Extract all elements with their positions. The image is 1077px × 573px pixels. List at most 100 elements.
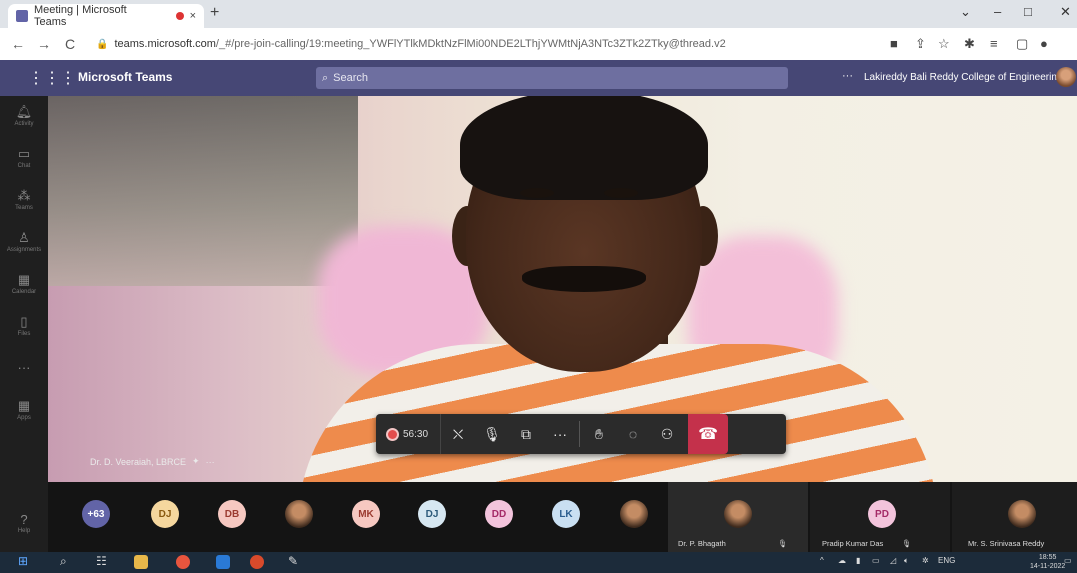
- participants-icon: ⚇: [660, 425, 674, 442]
- url-host: teams.microsoft.com: [114, 38, 216, 50]
- forward-arrow-icon[interactable]: →: [36, 36, 52, 52]
- search-icon: ⌕: [322, 71, 329, 84]
- phone-hangup-icon: ☎︎: [698, 426, 718, 443]
- url-field[interactable]: 🔒 teams.microsoft.com /_#/pre-join-calli…: [96, 33, 856, 55]
- camera-off-button[interactable]: ⛌: [441, 414, 475, 454]
- overflow-participants-badge[interactable]: +63: [82, 500, 110, 528]
- browser-tab-meeting[interactable]: Meeting | Microsoft Teams ×: [8, 4, 204, 28]
- windows-taskbar: [0, 552, 1077, 573]
- settings-more-button[interactable]: ···: [842, 70, 853, 82]
- participant-avatar: PD: [868, 500, 896, 528]
- rail-assignments[interactable]: ♙ Assignments: [0, 230, 48, 253]
- participant-photo-avatar: [724, 500, 752, 528]
- participant-tile-pradip[interactable]: PD Pradip Kumar Das 🎙︎: [810, 482, 950, 552]
- onedrive-icon[interactable]: ☁: [838, 556, 846, 565]
- task-view-icon[interactable]: ☷: [96, 554, 107, 568]
- chat-icon: ▭: [17, 146, 31, 161]
- share-screen-icon: ⧉: [521, 425, 532, 442]
- side-panel-icon[interactable]: ▢: [1016, 36, 1028, 52]
- rail-chat[interactable]: ▭ Chat: [0, 146, 48, 169]
- participant-tile-bhagath[interactable]: Dr. P. Bhagath 🎙︎: [668, 482, 808, 552]
- mic-tray-icon[interactable]: ▮: [856, 556, 860, 565]
- more-actions-button[interactable]: ···: [543, 414, 577, 454]
- app-launcher-icon[interactable]: ⋮⋮⋮: [28, 68, 76, 88]
- more-icon: ···: [17, 360, 31, 375]
- participant-avatar[interactable]: LK: [552, 500, 580, 528]
- wifi-icon[interactable]: ◿: [890, 556, 896, 565]
- windows-start-icon[interactable]: ⊞: [18, 554, 28, 568]
- taskbar-clock[interactable]: 18:55 14-11-2022: [1030, 553, 1065, 571]
- participant-name: Mr. S. Srinivasa Reddy: [968, 539, 1045, 548]
- new-tab-button[interactable]: +: [210, 4, 219, 22]
- participant-photo-avatar[interactable]: [620, 500, 648, 528]
- mic-mute-button[interactable]: 🎙︎: [475, 414, 509, 454]
- participant-avatar[interactable]: DJ: [418, 500, 446, 528]
- raise-hand-icon: ✋︎: [595, 425, 604, 442]
- participant-name: Dr. P. Bhagath: [678, 539, 726, 548]
- app-tray-icon[interactable]: ✲: [922, 556, 929, 565]
- taskbar-search-icon[interactable]: ⌕: [60, 554, 67, 569]
- share-icon[interactable]: ⇪: [915, 36, 926, 52]
- hang-up-button[interactable]: ☎︎: [688, 414, 729, 454]
- reload-icon[interactable]: C: [62, 36, 78, 52]
- organization-name[interactable]: Lakireddy Bali Reddy College of Engineer…: [864, 72, 1062, 83]
- rail-more[interactable]: ···: [0, 360, 48, 376]
- chrome-icon[interactable]: [176, 555, 190, 569]
- speaker-more-button[interactable]: ···: [206, 457, 215, 467]
- maximize-button[interactable]: □: [1024, 4, 1032, 19]
- app-title: Microsoft Teams: [78, 70, 173, 84]
- participant-avatar[interactable]: DD: [485, 500, 513, 528]
- back-arrow-icon[interactable]: ←: [10, 36, 26, 52]
- share-screen-button[interactable]: ⧉: [509, 414, 543, 454]
- rail-activity[interactable]: 🔔︎ Activity: [0, 104, 48, 127]
- mic-off-icon: 🎙︎: [483, 425, 501, 442]
- raise-hand-button[interactable]: ✋︎: [582, 414, 616, 454]
- battery-icon[interactable]: ▭: [872, 556, 880, 565]
- search-input[interactable]: ⌕ Search: [316, 67, 788, 89]
- window-close-button[interactable]: ✕: [1060, 4, 1071, 20]
- volume-icon[interactable]: 🔈︎: [904, 556, 909, 566]
- user-avatar[interactable]: [1056, 67, 1076, 87]
- bell-icon: 🔔︎: [15, 104, 33, 119]
- profile-avatar-icon[interactable]: ●: [1040, 36, 1048, 51]
- rail-teams[interactable]: ⁂ Teams: [0, 188, 48, 211]
- rail-apps[interactable]: ▦ Apps: [0, 398, 48, 421]
- reading-list-icon[interactable]: ≡: [990, 36, 998, 51]
- participant-avatar[interactable]: DB: [218, 500, 246, 528]
- minimize-button[interactable]: –: [994, 4, 1001, 19]
- notifications-icon[interactable]: ▭: [1064, 556, 1072, 565]
- participant-name: Pradip Kumar Das: [822, 539, 884, 548]
- chat-button[interactable]: ◌: [616, 414, 650, 454]
- teams-logo-icon: [16, 10, 28, 22]
- paint-icon[interactable]: ✎: [288, 554, 298, 568]
- speaker-name-label: Dr. D. Veeraiah, LBRCE ✦ ···: [90, 456, 215, 467]
- store-icon[interactable]: [216, 555, 230, 569]
- participant-tile-srinivasa[interactable]: Mr. S. Srinivasa Reddy: [952, 482, 1077, 552]
- language-indicator[interactable]: ENG: [938, 556, 955, 565]
- powerpoint-icon[interactable]: [250, 555, 264, 569]
- extensions-icon[interactable]: ✱: [964, 36, 975, 52]
- calendar-icon: ▦: [17, 272, 31, 287]
- rail-help[interactable]: ? Help: [0, 512, 48, 534]
- rail-calendar[interactable]: ▦ Calendar: [0, 272, 48, 295]
- mic-muted-icon: 🎙︎: [902, 539, 912, 548]
- participant-avatar[interactable]: DJ: [151, 500, 179, 528]
- rail-files[interactable]: ▯ Files: [0, 314, 48, 337]
- participant-photo-avatar[interactable]: [285, 500, 313, 528]
- recording-indicator-icon: [175, 12, 184, 20]
- tray-chevron-icon[interactable]: ^: [820, 556, 824, 565]
- call-duration: 56:30: [403, 428, 429, 440]
- file-explorer-icon[interactable]: [134, 555, 148, 569]
- bookmark-star-icon[interactable]: ☆: [938, 36, 950, 52]
- participant-avatar[interactable]: MK: [352, 500, 380, 528]
- speaker-name: Dr. D. Veeraiah, LBRCE: [90, 456, 187, 467]
- call-controls: 56:30 ⛌ 🎙︎ ⧉ ··· ✋︎ ◌ ⚇ ☎︎: [376, 414, 786, 454]
- camera-indicator-icon[interactable]: ■: [890, 36, 898, 51]
- apps-icon: ▦: [17, 398, 31, 413]
- teams-icon: ⁂: [17, 188, 31, 203]
- more-actions-icon: ···: [553, 426, 568, 442]
- participants-button[interactable]: ⚇: [650, 414, 684, 454]
- tab-search-icon[interactable]: ⌄: [960, 4, 971, 20]
- tab-close-icon[interactable]: ×: [190, 10, 196, 22]
- pin-icon[interactable]: ✦: [192, 456, 200, 467]
